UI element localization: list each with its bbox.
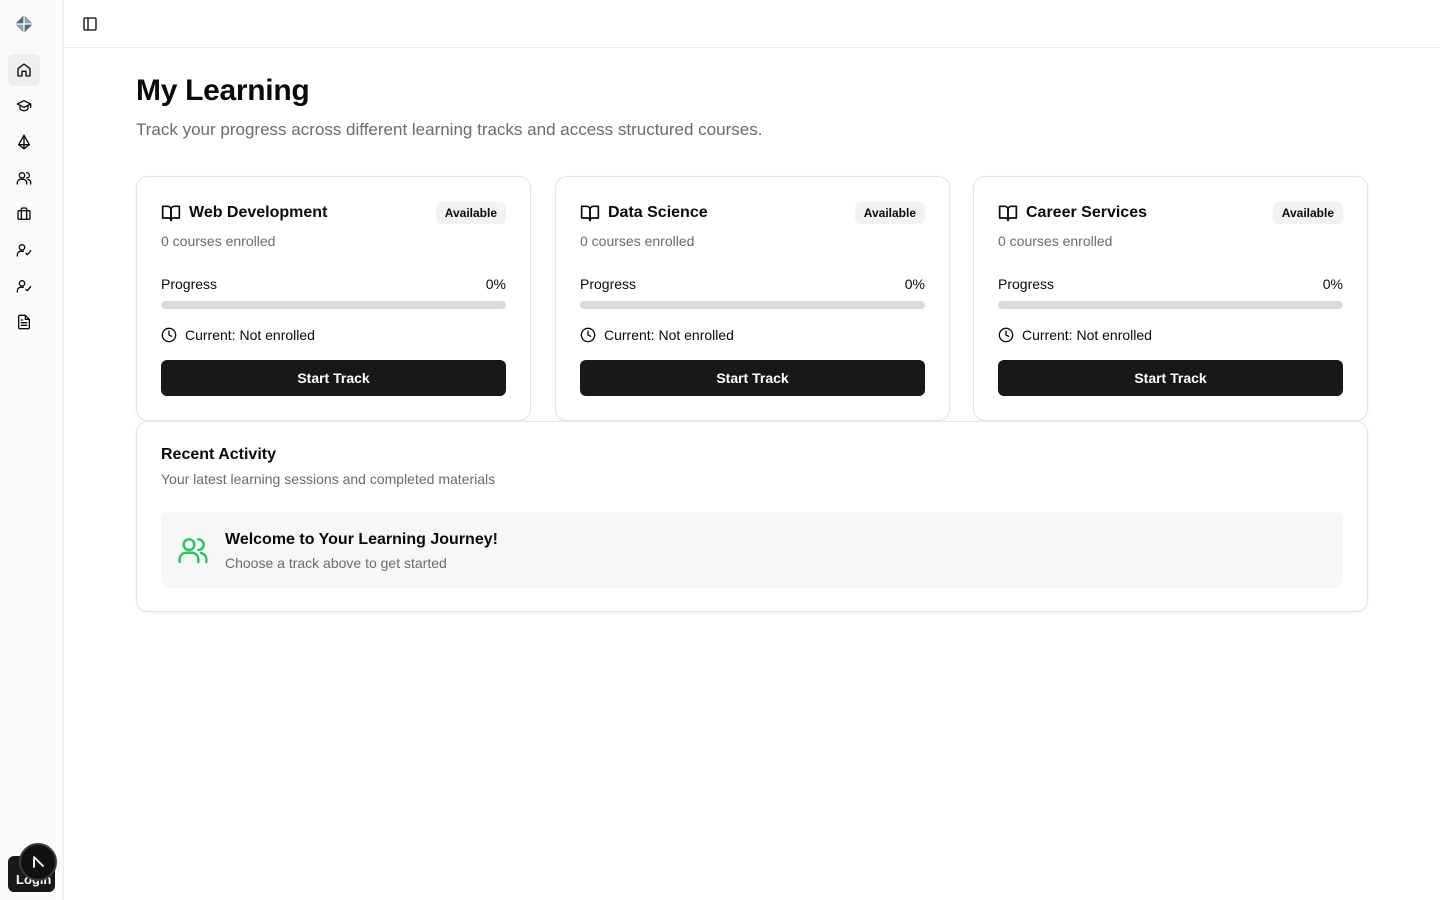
progress-value: 0% [485,276,506,292]
clock-icon [161,327,177,343]
user-check-icon [16,280,32,293]
start-track-button[interactable]: Start Track [998,360,1343,396]
sidebar-toggle-icon [83,17,97,31]
recent-activity-card: Recent Activity Your latest learning ses… [136,421,1368,612]
tracks-icon [18,134,30,150]
sidebar-item-mentors[interactable] [8,234,40,266]
current-status: Current: Not enrolled [998,327,1152,343]
progress-label: Progress [580,276,637,292]
progress-bar [161,301,506,309]
enrolled-count: 0 courses enrolled [580,233,695,249]
sidebar-item-home[interactable] [8,54,40,86]
welcome-subtitle: Choose a track above to get started [225,555,447,571]
graduation-cap-icon [16,100,32,112]
users-icon [16,172,32,185]
current-status-text: Current: Not enrolled [604,327,734,343]
status-badge: Available [1272,202,1343,224]
status-badge: Available [435,202,506,224]
document-icon [18,314,30,330]
status-badge: Available [854,202,925,224]
sidebar-item-jobs[interactable] [8,198,40,230]
progress-label: Progress [161,276,218,292]
track-card-data-science: Data Science Available 0 courses enrolle… [555,176,950,421]
recent-activity-subtitle: Your latest learning sessions and comple… [161,471,496,487]
user-check-icon [16,244,32,257]
card-title: Web Development [189,204,328,221]
card-header: Web Development [161,203,327,223]
track-card-web-development: Web Development Available 0 courses enro… [136,176,531,421]
sidebar: Login [0,0,64,900]
current-status-text: Current: Not enrolled [185,327,315,343]
progress-value: 0% [904,276,925,292]
progress-label: Progress [998,276,1055,292]
sidebar-item-community[interactable] [8,162,40,194]
users-icon [177,534,209,566]
progress-value: 0% [1322,276,1343,292]
current-status: Current: Not enrolled [161,327,315,343]
sidebar-item-tracks[interactable] [8,126,40,158]
clock-icon [580,327,596,343]
start-track-button[interactable]: Start Track [580,360,925,396]
page-subtitle: Track your progress across different lea… [136,120,763,139]
home-icon [17,63,31,77]
sidebar-item-courses[interactable] [8,90,40,122]
welcome-banner: Welcome to Your Learning Journey! Choose… [161,512,1343,588]
card-header: Career Services [998,203,1147,223]
sidebar-toggle-button[interactable] [80,14,100,34]
page-title: My Learning [136,74,310,107]
top-bar [64,0,1440,48]
progress-bar [998,301,1343,309]
current-status: Current: Not enrolled [580,327,734,343]
arrow-up-left-icon [33,856,44,868]
card-title: Career Services [1026,204,1147,221]
assistant-button[interactable] [19,843,57,881]
book-open-icon [161,205,181,222]
briefcase-icon [17,207,31,220]
enrolled-count: 0 courses enrolled [998,233,1113,249]
current-status-text: Current: Not enrolled [1022,327,1152,343]
book-open-icon [580,205,600,222]
welcome-title: Welcome to Your Learning Journey! [225,531,498,548]
sidebar-nav [8,54,40,342]
clock-icon [998,327,1014,343]
start-track-button[interactable]: Start Track [161,360,506,396]
progress-bar [580,301,925,309]
book-open-icon [998,205,1018,222]
sidebar-item-mentees[interactable] [8,270,40,302]
enrolled-count: 0 courses enrolled [161,233,276,249]
recent-activity-title: Recent Activity [161,446,276,463]
track-card-career-services: Career Services Available 0 courses enro… [973,176,1368,421]
sidebar-item-documents[interactable] [8,306,40,338]
diamond-logo-icon[interactable] [14,14,34,34]
card-header: Data Science [580,203,708,223]
card-title: Data Science [608,204,708,221]
